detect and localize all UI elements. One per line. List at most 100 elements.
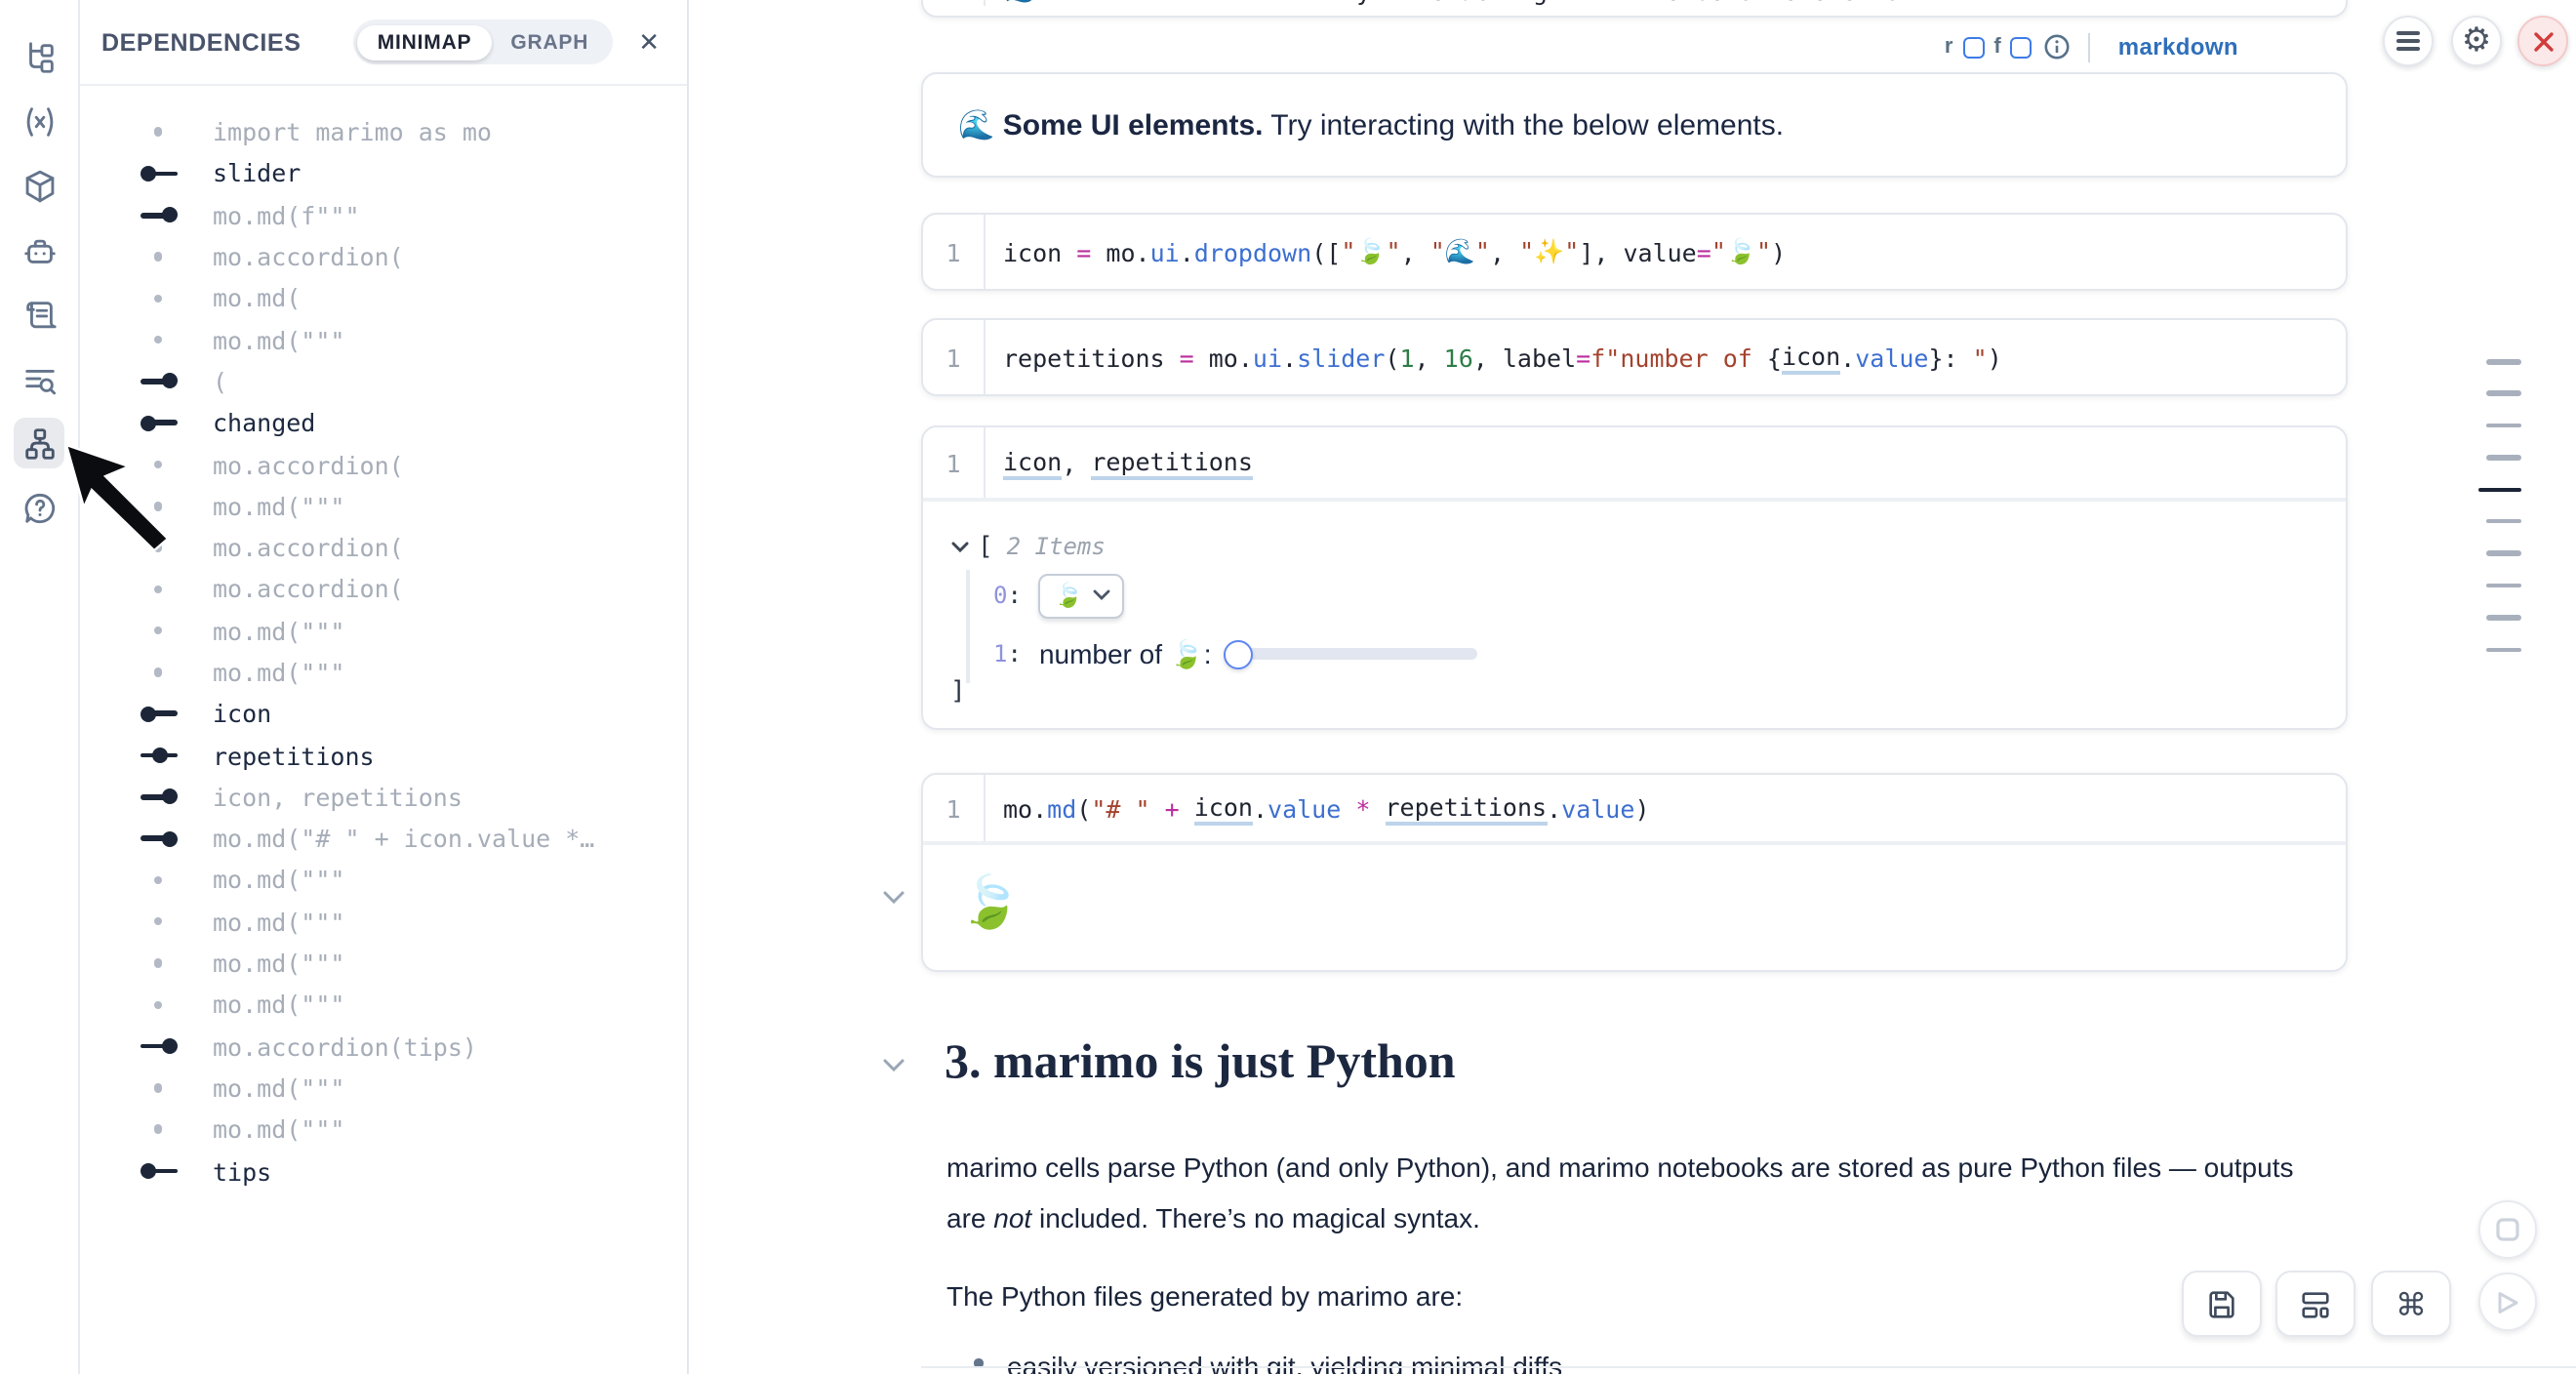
file-tree-icon[interactable] (14, 31, 64, 82)
cell-marker[interactable] (2486, 647, 2521, 652)
variable-node-icon (141, 373, 178, 390)
cell-marker[interactable] (2486, 391, 2521, 396)
minimap-item[interactable]: mo.md( (80, 277, 687, 319)
bullet-item: easily versioned with git, yielding mini… (1007, 1343, 2451, 1374)
shutdown-button[interactable] (2517, 16, 2568, 66)
save-button[interactable] (2182, 1271, 2262, 1337)
code-cell-md-expr[interactable]: 1 mo.md("# " + icon.value * repetitions.… (921, 773, 2348, 972)
code-cell-dropdown[interactable]: 1 icon = mo.ui.dropdown(["🍃", "🌊", "✨"],… (921, 213, 2348, 291)
stop-button[interactable] (2478, 1200, 2537, 1259)
panel-close-icon[interactable]: ✕ (638, 29, 660, 55)
minimap-item[interactable]: mo.md(""" (80, 984, 687, 1026)
reactive-toggle-icon[interactable] (1962, 36, 1984, 58)
code-cell-slider[interactable]: 1 repetitions = mo.ui.slider(1, 16, labe… (921, 318, 2348, 396)
layout-button[interactable] (2275, 1271, 2355, 1337)
minimap-item-label: mo.accordion( (213, 533, 404, 562)
hamburger-icon (2396, 27, 2420, 55)
line-number: 1 (923, 448, 984, 477)
slider-knob[interactable] (1223, 639, 1252, 668)
line-number: 1 (923, 343, 984, 372)
cell-dot-icon (141, 913, 178, 931)
dependency-graph-icon[interactable] (14, 418, 64, 468)
cell-marker[interactable] (2486, 359, 2521, 364)
minimap-item[interactable]: changed (80, 402, 687, 444)
clipped-code: 🌊 Some UI elements. Try interacting with… (984, 0, 1914, 6)
keyboard-shortcuts-button[interactable]: ⌘ (2371, 1271, 2451, 1337)
code-line[interactable]: icon = mo.ui.dropdown(["🍃", "🌊", "✨"], v… (984, 215, 1786, 289)
cell-dot-icon (141, 996, 178, 1014)
format-toggle-icon[interactable] (2011, 36, 2033, 58)
minimap-item[interactable]: tips (80, 1151, 687, 1192)
minimap-item-label: mo.md(""" (213, 492, 344, 521)
minimap-item[interactable]: mo.md("# " + icon.value *… (80, 818, 687, 860)
ai-chat-icon[interactable] (14, 224, 64, 275)
minimap-item-label: mo.md(""" (213, 990, 344, 1020)
scratchpad-icon[interactable] (14, 289, 64, 340)
cell-marker[interactable] (2486, 519, 2521, 524)
minimap-item[interactable]: mo.md(""" (80, 943, 687, 985)
minimap-item[interactable]: mo.md(""" (80, 1109, 687, 1151)
minimap-item[interactable]: slider (80, 153, 687, 195)
collapse-caret-icon[interactable] (950, 540, 970, 553)
markdown-output-cell[interactable]: 🌊 Some UI elements. Try interacting with… (921, 72, 2348, 178)
variable-node-icon (141, 414, 178, 431)
code-line[interactable]: icon, repetitions (984, 427, 1253, 498)
code-line[interactable]: repetitions = mo.ui.slider(1, 16, label=… (984, 320, 2002, 394)
minimap-item[interactable]: ( (80, 361, 687, 403)
variable-node-icon (141, 1162, 178, 1180)
minimap-item-label: changed (213, 408, 315, 437)
minimap-item[interactable]: icon, repetitions (80, 777, 687, 819)
minimap-item[interactable]: import marimo as mo (80, 111, 687, 153)
settings-button[interactable]: ⚙ (2451, 16, 2502, 66)
cell-marker[interactable] (2486, 455, 2521, 460)
help-icon[interactable] (14, 482, 64, 533)
code-line[interactable]: mo.md("# " + icon.value * repetitions.va… (984, 775, 1650, 841)
minimap-item-label: mo.accordion( (213, 450, 404, 479)
minimap-item[interactable]: mo.md(f""" (80, 194, 687, 236)
menu-button[interactable] (2383, 16, 2434, 66)
tab-minimap[interactable]: MINIMAP (358, 24, 492, 60)
variable-node-icon (141, 747, 178, 764)
minimap-item[interactable]: mo.md(""" (80, 319, 687, 361)
variables-icon[interactable] (14, 96, 64, 146)
minimap-item[interactable]: repetitions (80, 735, 687, 777)
minimap-item[interactable]: mo.md(""" (80, 860, 687, 902)
code-cell-tuple[interactable]: 1 icon, repetitions [ 2 Items 0: 🍃 (921, 425, 2348, 730)
chevron-down-icon[interactable] (882, 890, 906, 906)
notebook-main: 1 🌊 Some UI elements. Try interacting wi… (689, 0, 2576, 1374)
reactive-hint-label: r (1945, 35, 1953, 59)
active-cell-marker[interactable] (2478, 487, 2521, 492)
tab-graph[interactable]: GRAPH (491, 24, 608, 60)
info-icon[interactable] (2044, 33, 2072, 61)
slider-track[interactable] (1227, 648, 1476, 660)
run-button[interactable] (2478, 1273, 2537, 1331)
minimap-item[interactable]: mo.accordion( (80, 569, 687, 611)
cell-marker[interactable] (2486, 583, 2521, 587)
clipped-markdown-source-cell[interactable]: 1 🌊 Some UI elements. Try interacting wi… (921, 0, 2348, 18)
minimap-item[interactable]: icon (80, 693, 687, 735)
cell-marker[interactable] (2486, 615, 2521, 620)
minimap-item-label: mo.md(""" (213, 616, 344, 645)
slider-label: number of 🍃: (1039, 637, 1212, 670)
cell-marker[interactable] (2486, 551, 2521, 556)
cell-scroll-minimap[interactable] (2478, 359, 2521, 679)
close-icon (2532, 30, 2554, 52)
packages-icon[interactable] (14, 160, 64, 211)
logs-search-icon[interactable] (14, 353, 64, 404)
chevron-down-icon[interactable] (882, 1058, 906, 1073)
minimap-item-label: mo.md(f""" (213, 200, 360, 229)
variable-node-icon (141, 206, 178, 223)
minimap-item[interactable]: mo.accordion(tips) (80, 1026, 687, 1068)
minimap-item[interactable]: mo.md(""" (80, 610, 687, 652)
cell-dot-icon (141, 954, 178, 972)
minimap-item[interactable]: mo.md(""" (80, 1068, 687, 1110)
minimap-item-label: ( (213, 367, 227, 396)
minimap-item[interactable]: mo.md(""" (80, 652, 687, 694)
minimap-item[interactable]: mo.accordion( (80, 236, 687, 278)
minimap-item[interactable]: mo.md(""" (80, 901, 687, 943)
cell-marker[interactable] (2486, 424, 2521, 428)
minimap-item-label: repetitions (213, 741, 375, 770)
language-badge[interactable]: markdown (2118, 33, 2238, 61)
repetitions-slider[interactable] (1225, 639, 1478, 668)
icon-dropdown-select[interactable]: 🍃 (1039, 573, 1125, 618)
